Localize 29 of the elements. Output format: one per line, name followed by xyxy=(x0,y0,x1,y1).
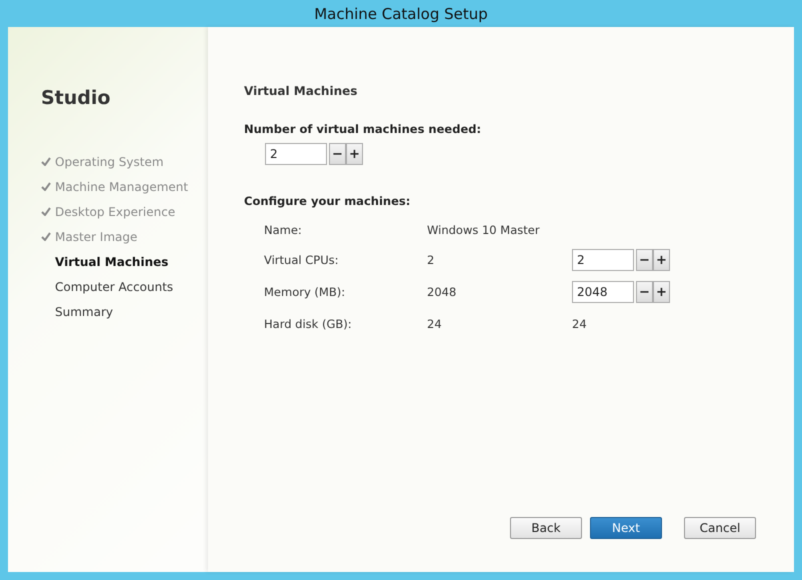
field-label: Name: xyxy=(264,223,303,237)
increment-button[interactable]: + xyxy=(653,249,670,271)
field-value: 24 xyxy=(572,317,587,331)
increment-button[interactable]: + xyxy=(653,281,670,303)
field-value: 2 xyxy=(427,253,436,267)
wizard-step[interactable]: Summary xyxy=(55,304,113,318)
wizard-button[interactable]: Next xyxy=(590,517,662,539)
sidebar-title: Studio xyxy=(41,87,112,111)
wizard-step[interactable]: Virtual Machines xyxy=(55,254,168,268)
increment-button[interactable]: + xyxy=(346,143,363,165)
decrement-button[interactable]: − xyxy=(329,143,346,165)
field-label: Number of virtual machines needed: xyxy=(244,122,482,136)
window-title: Machine Catalog Setup xyxy=(314,4,488,22)
section-label: Configure your machines: xyxy=(244,194,412,208)
number-field[interactable]: 2 xyxy=(265,143,327,165)
field-label: Memory (MB): xyxy=(264,285,346,299)
field-value: Windows 10 Master xyxy=(427,223,541,237)
number-field[interactable]: 2 xyxy=(572,249,634,271)
wizard-button[interactable]: Cancel xyxy=(684,517,756,539)
decrement-button[interactable]: − xyxy=(636,281,653,303)
field-value: 24 xyxy=(427,317,443,331)
field-label: Hard disk (GB): xyxy=(264,317,353,331)
decrement-button[interactable]: − xyxy=(636,249,653,271)
page-heading: Virtual Machines xyxy=(244,84,358,98)
field-value: 2048 xyxy=(427,285,458,299)
wizard-button[interactable]: Back xyxy=(510,517,582,539)
field-label: Virtual CPUs: xyxy=(264,253,340,267)
wizard-step[interactable]: Computer Accounts xyxy=(55,280,174,294)
number-field[interactable]: 2048 xyxy=(572,281,634,303)
